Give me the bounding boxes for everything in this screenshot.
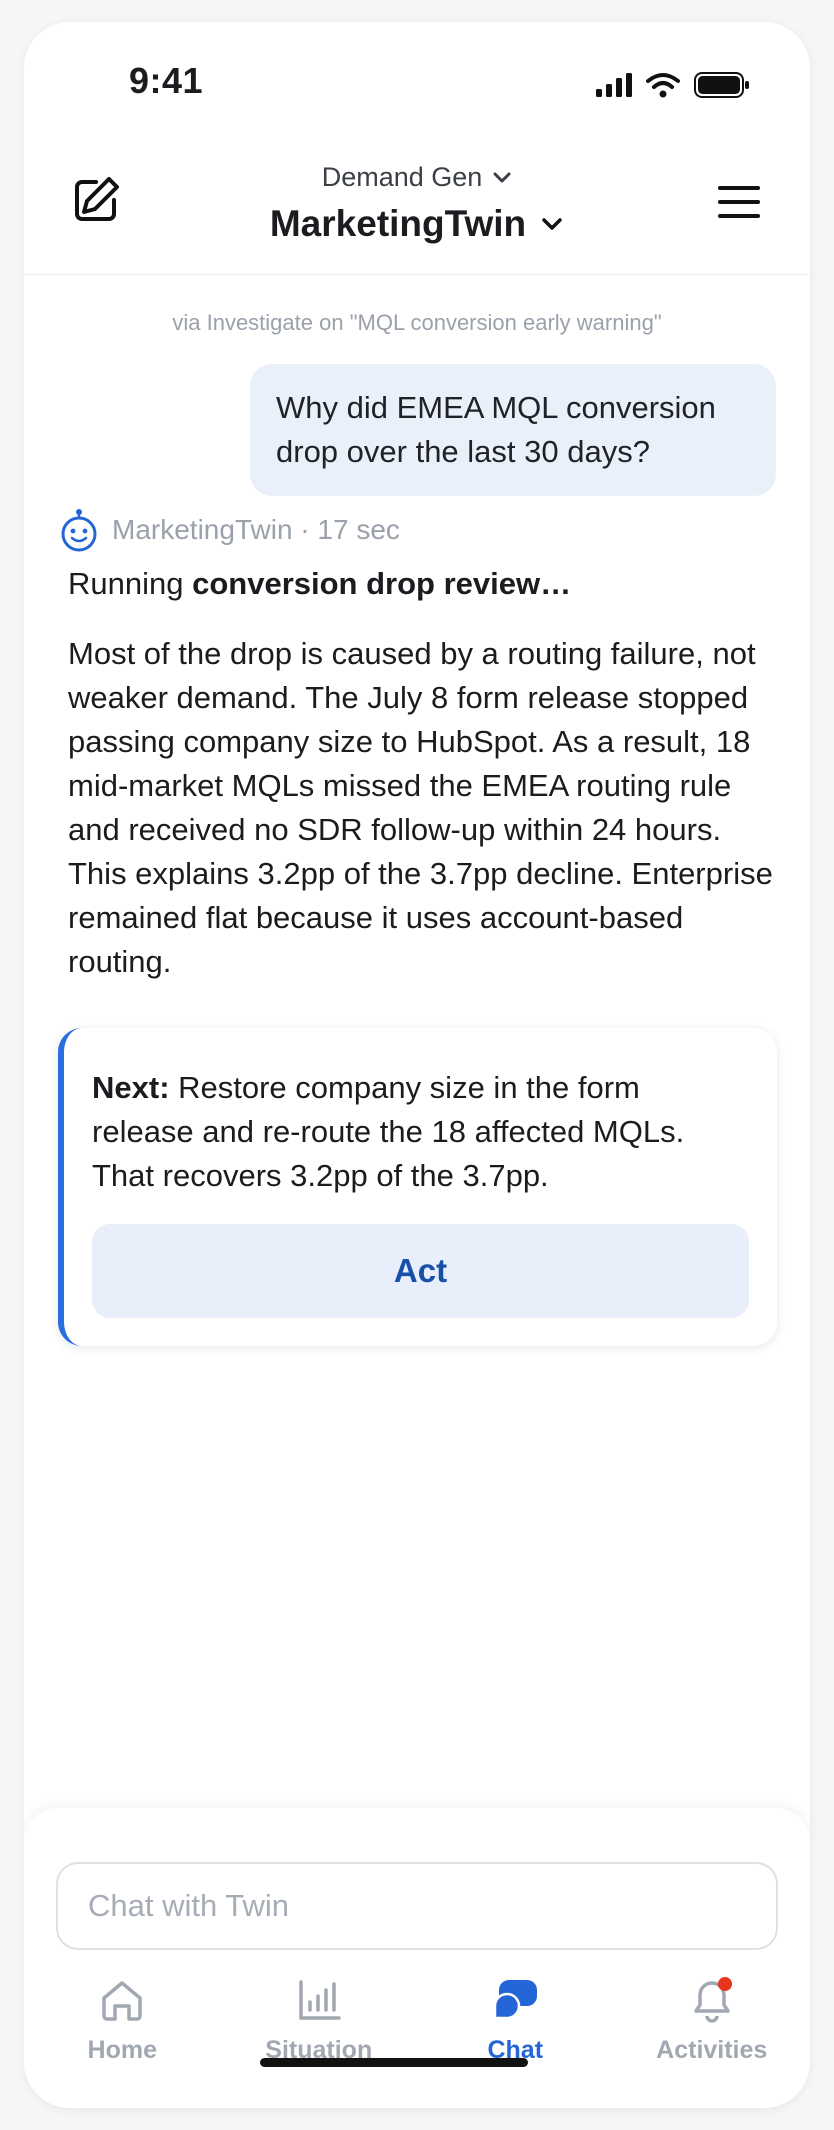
tab-bar: Home Situation Chat Activities — [24, 1976, 810, 2086]
bot-meta-text: MarketingTwin · 17 sec — [112, 514, 400, 545]
bell-icon — [694, 1977, 732, 2023]
running-task: conversion drop review… — [192, 566, 572, 601]
tab-situation[interactable]: Situation — [221, 1976, 418, 2086]
home-icon — [102, 1981, 142, 2021]
tab-activities[interactable]: Activities — [614, 1976, 811, 2086]
wifi-icon — [646, 73, 680, 98]
home-indicator — [260, 2058, 528, 2067]
phone-screen: 9:41 Demand Gen MarketingTwin via Invest… — [24, 22, 810, 2108]
next-step-body: Restore company size in the form release… — [92, 1070, 685, 1193]
next-step-label: Next: — [92, 1070, 170, 1105]
next-step-text: Next: Restore company size in the form r… — [92, 1066, 743, 1198]
chevron-down-icon — [542, 218, 562, 230]
context-note: via Investigate on "MQL conversion early… — [172, 310, 662, 335]
signal-icon — [596, 73, 632, 97]
bar-chart-icon — [299, 1980, 341, 2020]
status-time: 9:41 — [129, 60, 204, 101]
header-center: Demand Gen MarketingTwin — [24, 162, 810, 245]
battery-icon — [694, 72, 749, 98]
header-divider — [24, 274, 810, 275]
status-icons — [596, 72, 750, 98]
chevron-down-icon — [493, 172, 511, 182]
tab-activities-label: Activities — [656, 2036, 768, 2064]
bot-meta: MarketingTwin · 17 sec — [60, 508, 400, 552]
tab-home[interactable]: Home — [24, 1976, 221, 2086]
notification-badge — [717, 1977, 732, 1991]
workspace-label: Demand Gen — [321, 162, 483, 192]
bot-answer: Most of the drop is caused by a routing … — [68, 636, 773, 979]
next-step-card: Next: Restore company size in the form r… — [58, 1028, 777, 1346]
tab-home-label: Home — [87, 2036, 157, 2064]
bot-avatar-icon — [61, 509, 97, 552]
menu-button[interactable] — [718, 186, 760, 218]
chat-input[interactable] — [56, 1862, 778, 1950]
tab-chat[interactable]: Chat — [417, 1976, 614, 2086]
running-status: Running conversion drop review… — [68, 566, 571, 602]
app-switcher[interactable]: MarketingTwin — [270, 203, 564, 245]
hamburger-icon — [718, 186, 760, 218]
workspace-switcher[interactable]: Demand Gen — [322, 162, 513, 193]
running-prefix: Running — [68, 566, 193, 601]
app-title: MarketingTwin — [269, 203, 527, 244]
user-message: Why did EMEA MQL conversion drop over th… — [250, 364, 776, 496]
chat-icon — [494, 1980, 538, 2020]
act-button[interactable]: Act — [92, 1224, 749, 1318]
